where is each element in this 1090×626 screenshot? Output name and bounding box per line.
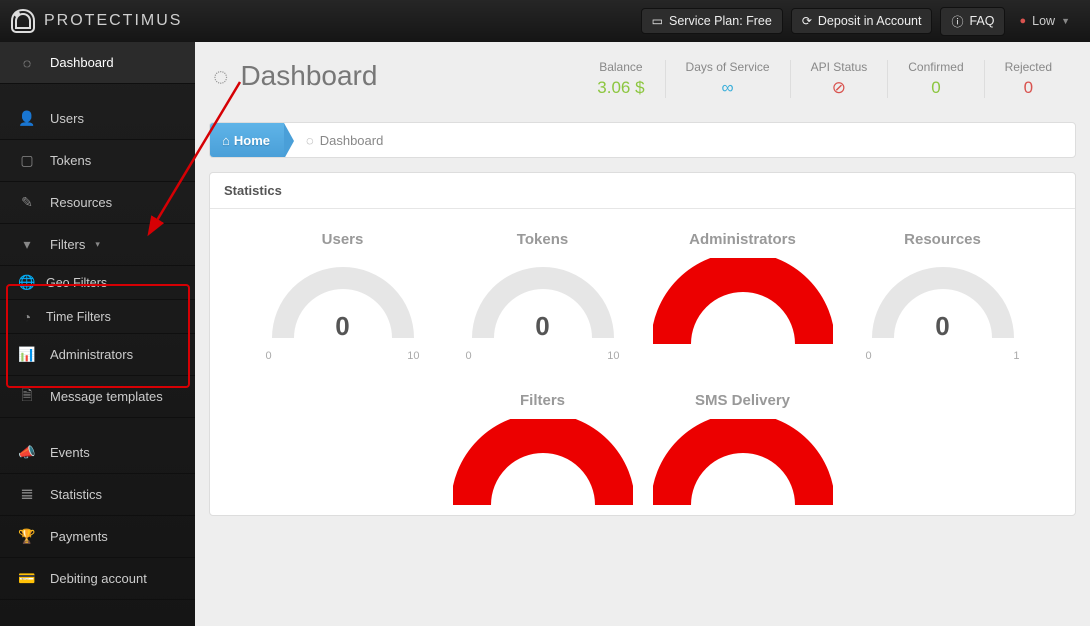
sidebar-label: Tokens bbox=[50, 153, 91, 168]
stat-api: API Status⊘ bbox=[790, 60, 888, 98]
header-stats: Balance3.06 $ Days of Service∞ API Statu… bbox=[577, 60, 1072, 98]
logo[interactable]: PROTECTIMUS bbox=[0, 0, 195, 42]
sidebar-item-resources[interactable]: ✎ Resources bbox=[0, 182, 195, 224]
megaphone-icon: 📣 bbox=[18, 444, 36, 461]
sidebar-label: Message templates bbox=[50, 389, 163, 404]
sidebar-item-events[interactable]: 📣 Events bbox=[0, 432, 195, 474]
deposit-button[interactable]: ⟳ Deposit in Account bbox=[791, 8, 933, 34]
sidebar-item-statistics[interactable]: 𝌆 Statistics bbox=[0, 474, 195, 516]
edit-icon: ✎ bbox=[18, 194, 36, 211]
stat-balance: Balance3.06 $ bbox=[577, 60, 664, 98]
service-plan-label: Service Plan: Free bbox=[669, 14, 772, 28]
stat-rejected: Rejected0 bbox=[984, 60, 1072, 98]
faq-label: FAQ bbox=[969, 14, 994, 28]
trophy-icon: 🏆 bbox=[18, 528, 36, 545]
gauge-users: Users 0 010 bbox=[248, 231, 438, 362]
sidebar-item-dashboard[interactable]: ◌ Dashboard bbox=[0, 42, 195, 84]
gauge-sms-delivery: SMS Delivery bbox=[648, 392, 838, 505]
sidebar-label: Resources bbox=[50, 195, 112, 210]
gauge-filters: Filters bbox=[448, 392, 638, 505]
sidebar-item-administrators[interactable]: 📊 Administrators bbox=[0, 334, 195, 376]
dashboard-large-icon: ◌ bbox=[213, 61, 228, 92]
sidebar-item-debiting-account[interactable]: 💳 Debiting account bbox=[0, 558, 195, 600]
gauge-administrators: Administrators bbox=[648, 231, 838, 362]
sidebar-label: Statistics bbox=[50, 487, 102, 502]
home-icon: ⌂ bbox=[222, 133, 230, 148]
breadcrumb-current: ◌Dashboard bbox=[284, 133, 395, 148]
user-icon: 👤 bbox=[18, 110, 36, 127]
token-icon: ▢ bbox=[18, 152, 36, 169]
sidebar-label: Dashboard bbox=[50, 55, 114, 70]
username: Low bbox=[1032, 14, 1055, 28]
sidebar-label: Filters bbox=[50, 237, 85, 252]
status-icon: ● bbox=[1019, 15, 1026, 27]
card-icon: 💳 bbox=[18, 570, 36, 587]
sidebar-item-message-templates[interactable]: 🗎 Message templates bbox=[0, 376, 195, 418]
clock-icon: ◔ bbox=[18, 309, 36, 325]
page-title-wrap: ◌ Dashboard bbox=[213, 60, 377, 92]
ban-icon: ⊘ bbox=[811, 78, 868, 98]
sidebar-label: Events bbox=[50, 445, 90, 460]
page-header: ◌ Dashboard Balance3.06 $ Days of Servic… bbox=[209, 42, 1076, 108]
filter-icon: ▾ bbox=[18, 236, 36, 253]
sidebar: ◌ Dashboard 👤 Users ▢ Tokens ✎ Resources ▾ Fi… bbox=[0, 42, 195, 626]
sidebar-label: Geo Filters bbox=[46, 276, 107, 290]
deposit-label: Deposit in Account bbox=[818, 14, 922, 28]
sidebar-item-tokens[interactable]: ▢ Tokens bbox=[0, 140, 195, 182]
sidebar-label: Time Filters bbox=[46, 310, 111, 324]
statistics-panel: Statistics Users 0 010 Tokens 0 bbox=[209, 172, 1076, 516]
info-icon: ⓘ bbox=[951, 13, 963, 30]
chevron-down-icon: ▼ bbox=[1061, 16, 1070, 26]
sidebar-label: Users bbox=[50, 111, 84, 126]
sidebar-label: Administrators bbox=[50, 347, 133, 362]
gauge-tokens: Tokens 0 010 bbox=[448, 231, 638, 362]
page-title: Dashboard bbox=[240, 60, 377, 92]
panel-title: Statistics bbox=[210, 173, 1075, 209]
stat-days: Days of Service∞ bbox=[665, 60, 790, 98]
user-menu[interactable]: ● Low ▼ bbox=[1009, 14, 1090, 28]
refresh-icon: ⟳ bbox=[802, 14, 812, 28]
sidebar-item-users[interactable]: 👤 Users bbox=[0, 98, 195, 140]
faq-button[interactable]: ⓘ FAQ bbox=[940, 7, 1005, 36]
sidebar-item-filters[interactable]: ▾ Filters ▾ bbox=[0, 224, 195, 266]
main-content: ◌ Dashboard Balance3.06 $ Days of Servic… bbox=[195, 42, 1090, 626]
bars-icon: 📊 bbox=[18, 346, 36, 363]
file-icon: 🗎 bbox=[18, 385, 36, 409]
service-plan-button[interactable]: ▭ Service Plan: Free bbox=[641, 8, 783, 34]
logo-text: PROTECTIMUS bbox=[44, 12, 182, 30]
caret-down-icon: ▾ bbox=[95, 239, 100, 250]
breadcrumb-home[interactable]: ⌂Home bbox=[210, 123, 284, 157]
dashboard-icon: ◌ bbox=[306, 133, 314, 148]
topbar: PROTECTIMUS ▭ Service Plan: Free ⟳ Deposit… bbox=[0, 0, 1090, 42]
chart-icon: 𝌆 bbox=[18, 486, 36, 503]
panel-body: Users 0 010 Tokens 0 010 Adm bbox=[210, 209, 1075, 515]
breadcrumb: ⌂Home ◌Dashboard bbox=[209, 122, 1076, 158]
dashboard-icon: ◌ bbox=[18, 55, 36, 71]
sidebar-item-geo-filters[interactable]: 🌐 Geo Filters bbox=[0, 266, 195, 300]
sidebar-item-payments[interactable]: 🏆 Payments bbox=[0, 516, 195, 558]
money-icon: ▭ bbox=[652, 14, 663, 28]
sidebar-label: Payments bbox=[50, 529, 108, 544]
gauge-resources: Resources 0 01 bbox=[848, 231, 1038, 362]
sidebar-item-time-filters[interactable]: ◔ Time Filters bbox=[0, 300, 195, 334]
stat-confirmed: Confirmed0 bbox=[887, 60, 983, 98]
globe-icon: 🌐 bbox=[18, 274, 36, 291]
sidebar-label: Debiting account bbox=[50, 571, 147, 586]
